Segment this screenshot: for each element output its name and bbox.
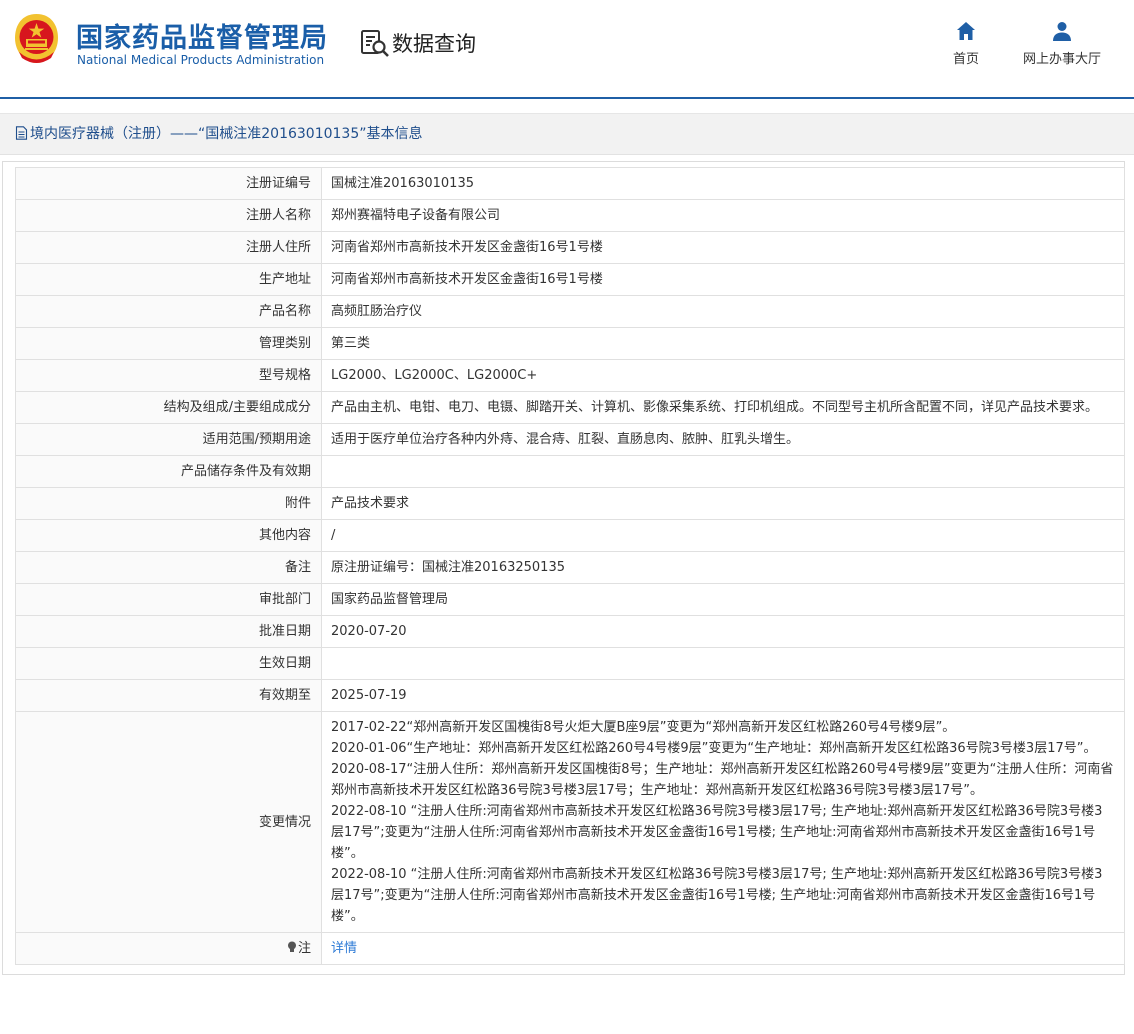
- change-history: 2017-02-22“郑州高新开发区国槐街8号火炬大厦B座9层”变更为“郑州高新…: [321, 711, 1125, 933]
- row-value: 国械注准20163010135: [321, 167, 1125, 200]
- note-label-cell: 注: [15, 932, 322, 965]
- user-icon: [1053, 22, 1071, 41]
- table-row: 生效日期: [15, 647, 1125, 680]
- change-entry: 2017-02-22“郑州高新开发区国槐街8号火炬大厦B座9层”变更为“郑州高新…: [331, 720, 956, 735]
- row-value: 2025-07-19: [321, 679, 1125, 712]
- detail-table: 注册证编号 国械注准20163010135 注册人名称 郑州赛福特电子设备有限公司 注册…: [15, 167, 1125, 965]
- row-value: LG2000、LG2000C、LG2000C+: [321, 359, 1125, 392]
- table-row: 适用范围/预期用途 适用于医疗单位治疗各种内外痔、混合痔、肛裂、直肠息肉、脓肿、肛…: [15, 423, 1125, 456]
- row-label: 管理类别: [15, 327, 322, 360]
- note-value-cell: 详情: [321, 932, 1125, 965]
- national-emblem-icon: [15, 14, 58, 63]
- note-label: 注: [297, 941, 311, 956]
- row-value: 郑州赛福特电子设备有限公司: [321, 199, 1125, 232]
- row-value: 2020-07-20: [321, 615, 1125, 648]
- table-row: 型号规格 LG2000、LG2000C、LG2000C+: [15, 359, 1125, 392]
- row-value: /: [321, 519, 1125, 552]
- row-label: 产品储存条件及有效期: [15, 455, 322, 488]
- detail-panel: 境内医疗器械（注册）——“国械注准20163010135”基本信息 注册证编号国…: [0, 113, 1134, 975]
- table-row: 结构及组成/主要组成成分 产品由主机、电钳、电刀、电镊、脚踏开关、计算机、影像采集…: [15, 391, 1125, 424]
- table-row: 注册证编号 国械注准20163010135: [15, 167, 1125, 200]
- lightbulb-icon: [287, 941, 296, 952]
- panel-title: 境内医疗器械（注册）——“国械注准20163010135”基本信息: [30, 126, 423, 142]
- table-row: 审批部门 国家药品监督管理局: [15, 583, 1125, 616]
- row-value: 产品技术要求: [321, 487, 1125, 520]
- detail-table-body: 注册证编号 国械注准20163010135 注册人名称 郑州赛福特电子设备有限公司 注册…: [15, 167, 1125, 712]
- nav-online-service-hall[interactable]: 网上办事大厅: [1018, 20, 1106, 67]
- detail-table-tail: 变更情况 2017-02-22“郑州高新开发区国槐街8号火炬大厦B座9层”变更为…: [15, 711, 1125, 965]
- table-row: 注册人名称 郑州赛福特电子设备有限公司: [15, 199, 1125, 232]
- row-value: 产品由主机、电钳、电刀、电镊、脚踏开关、计算机、影像采集系统、打印机组成。不同型…: [321, 391, 1125, 424]
- nav-home-label: 首页: [952, 52, 979, 67]
- table-row: 批准日期 2020-07-20: [15, 615, 1125, 648]
- details-link[interactable]: 详情: [331, 941, 357, 956]
- nav-home[interactable]: 首页: [950, 20, 982, 67]
- row-value: 国家药品监督管理局: [321, 583, 1125, 616]
- section-title: 数据查询: [392, 32, 476, 56]
- home-icon: [957, 22, 975, 40]
- table-row: 产品储存条件及有效期: [15, 455, 1125, 488]
- table-row: 管理类别 第三类: [15, 327, 1125, 360]
- row-value: 原注册证编号：国械注准20163250135: [321, 551, 1125, 584]
- table-row-note: 注 详情: [15, 932, 1125, 965]
- table-row: 附件 产品技术要求: [15, 487, 1125, 520]
- row-value: 第三类: [321, 327, 1125, 360]
- panel-header: 境内医疗器械（注册）——“国械注准20163010135”基本信息: [0, 113, 1134, 155]
- table-row: 备注 原注册证编号：国械注准20163250135: [15, 551, 1125, 584]
- detail-table-container: 注册证编号 国械注准20163010135 注册人名称 郑州赛福特电子设备有限公司 注册…: [2, 161, 1125, 975]
- org-name-cn: 国家药品监督管理局: [76, 23, 328, 54]
- row-label: 变更情况: [15, 711, 322, 933]
- row-label: 注册人住所: [15, 231, 322, 264]
- row-value: 河南省郑州市高新技术开发区金盏街16号1号楼: [321, 231, 1125, 264]
- change-entry: 2020-01-06“生产地址：郑州高新开发区红松路260号4号楼9层”变更为“…: [331, 741, 1097, 756]
- row-label: 注册人名称: [15, 199, 322, 232]
- row-label: 备注: [15, 551, 322, 584]
- table-row: 有效期至 2025-07-19: [15, 679, 1125, 712]
- table-row: 产品名称 高频肛肠治疗仪: [15, 295, 1125, 328]
- row-label: 生产地址: [15, 263, 322, 296]
- change-entry: 2022-08-10 “注册人住所:河南省郑州市高新技术开发区红松路36号院3号…: [331, 867, 1103, 924]
- row-value: 适用于医疗单位治疗各种内外痔、混合痔、肛裂、直肠息肉、脓肿、肛乳头增生。: [321, 423, 1125, 456]
- document-icon: [15, 126, 28, 140]
- row-label: 有效期至: [15, 679, 322, 712]
- row-value: 高频肛肠治疗仪: [321, 295, 1125, 328]
- row-label: 附件: [15, 487, 322, 520]
- row-value: [321, 455, 1125, 488]
- header-divider: [0, 97, 1134, 99]
- row-label: 型号规格: [15, 359, 322, 392]
- row-label: 适用范围/预期用途: [15, 423, 322, 456]
- data-search-icon: [361, 30, 389, 57]
- nav-hall-label: 网上办事大厅: [1022, 52, 1101, 67]
- data-query-title: 数据查询: [360, 28, 476, 58]
- table-row-changes: 变更情况 2017-02-22“郑州高新开发区国槐街8号火炬大厦B座9层”变更为…: [15, 711, 1125, 933]
- change-entry: 2022-08-10 “注册人住所:河南省郑州市高新技术开发区红松路36号院3号…: [331, 804, 1103, 861]
- row-label: 产品名称: [15, 295, 322, 328]
- row-label: 结构及组成/主要组成成分: [15, 391, 322, 424]
- row-label: 批准日期: [15, 615, 322, 648]
- table-row: 其他内容 /: [15, 519, 1125, 552]
- table-row: 生产地址 河南省郑州市高新技术开发区金盏街16号1号楼: [15, 263, 1125, 296]
- change-entry: 2020-08-17“注册人住所：郑州高新开发区国槐街8号；生产地址：郑州高新开…: [331, 762, 1114, 798]
- table-row: 注册人住所 河南省郑州市高新技术开发区金盏街16号1号楼: [15, 231, 1125, 264]
- row-label: 审批部门: [15, 583, 322, 616]
- row-label: 生效日期: [15, 647, 322, 680]
- row-value: 河南省郑州市高新技术开发区金盏街16号1号楼: [321, 263, 1125, 296]
- row-value: [321, 647, 1125, 680]
- site-header: 国家药品监督管理局 National Medical Products Admi…: [0, 0, 1134, 97]
- row-label: 其他内容: [15, 519, 322, 552]
- org-name-en: National Medical Products Administration: [77, 53, 325, 67]
- row-label: 注册证编号: [15, 167, 322, 200]
